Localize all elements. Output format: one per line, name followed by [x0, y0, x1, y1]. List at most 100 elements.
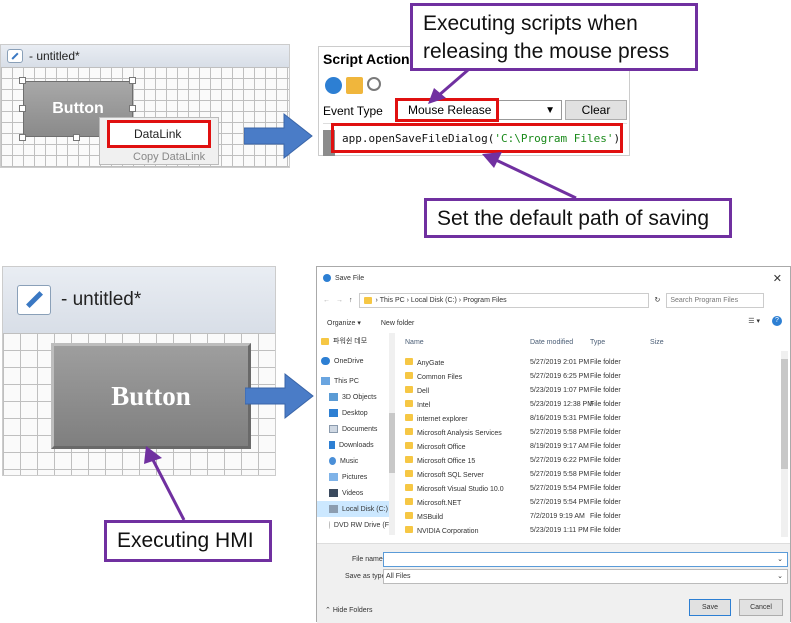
code-line[interactable]: app.openSaveFileDialog('C:\Program Files… — [331, 123, 623, 153]
cancel-button[interactable]: Cancel — [739, 599, 783, 616]
nav-item[interactable]: Pictures — [317, 469, 389, 485]
hide-folders-label: Hide Folders — [332, 607, 373, 614]
column-header-name[interactable]: Name — [405, 339, 530, 346]
table-row[interactable]: Microsoft SQL Server 5/27/2019 5:58 PM Fil… — [405, 467, 775, 481]
music-icon — [329, 457, 336, 465]
breadcrumb[interactable]: › This PC › Local Disk (C:) › Program Fi… — [358, 292, 649, 308]
editor-title-bar: - untitled* — [1, 45, 289, 67]
selection-handle[interactable] — [129, 105, 136, 112]
context-menu-item-datalink[interactable]: DataLink — [107, 120, 211, 148]
up-icon[interactable]: ↑ — [349, 297, 353, 304]
save-as-label: Save as type: — [345, 573, 388, 580]
breadcrumb-item[interactable]: This PC — [380, 297, 405, 304]
command-bar: Organize ▾ New folder ☰ ▾ ? — [317, 315, 790, 331]
hide-folders-toggle[interactable]: ⌃ Hide Folders — [325, 606, 373, 614]
table-row[interactable]: Microsoft.NET 5/27/2019 5:54 PM File folde… — [405, 495, 775, 509]
nav-label: 3D Objects — [342, 393, 377, 401]
file-type-cell: File folder — [590, 386, 621, 394]
save-button[interactable]: Save — [689, 599, 731, 616]
callout-executing-hmi: Executing HMI — [104, 520, 272, 562]
table-row[interactable]: Microsoft Office 15 5/27/2019 6:22 PM File… — [405, 453, 775, 467]
file-list-scrollbar[interactable] — [781, 351, 788, 537]
file-type-cell: File folder — [590, 456, 621, 464]
table-row[interactable]: Realtek5/23/2019 1:06 PMFile folder — [405, 537, 775, 539]
nav-item[interactable]: Downloads — [317, 437, 389, 453]
search-icon[interactable] — [367, 77, 381, 91]
file-name-text: Microsoft Analysis Services — [417, 429, 502, 437]
nav-label: Local Disk (C:) — [342, 505, 388, 513]
callout-arrow-1 — [428, 68, 469, 104]
view-icon[interactable]: ☰ ▾ — [748, 317, 760, 325]
folder-open-icon[interactable] — [346, 77, 363, 94]
file-type-cell: File folder — [590, 498, 621, 506]
column-header-date[interactable]: Date modified — [530, 339, 590, 346]
clear-button[interactable]: Clear — [565, 100, 627, 120]
file-name-cell: internet explorer — [405, 413, 530, 423]
folder-icon — [405, 399, 413, 407]
search-input[interactable]: Search Program Files — [666, 292, 765, 308]
refresh-icon[interactable]: ↻ — [655, 296, 661, 304]
file-name-text: Microsoft Office — [417, 443, 466, 451]
nav-item[interactable]: Videos — [317, 485, 389, 501]
file-name-cell: AnyGate — [405, 357, 530, 367]
nav-label: Documents — [342, 425, 378, 433]
folder-icon — [321, 337, 329, 345]
new-folder-button[interactable]: New folder — [381, 320, 414, 327]
column-header-type[interactable]: Type — [590, 339, 650, 346]
selection-handle[interactable] — [19, 134, 26, 141]
context-menu-item-copy-datalink[interactable]: Copy DataLink — [133, 151, 205, 163]
pictures-icon — [329, 473, 338, 481]
arrow-right-2 — [245, 372, 314, 420]
table-row[interactable]: AnyGate 5/27/2019 2:01 PM File folder — [405, 355, 775, 369]
nav-item[interactable]: This PC — [317, 373, 389, 389]
runtime-button[interactable]: Button — [51, 343, 251, 449]
breadcrumb-item[interactable]: Local Disk (C:) — [411, 297, 457, 304]
table-row[interactable]: Dell 5/23/2019 1:07 PM File folder — [405, 383, 775, 397]
selection-handle[interactable] — [19, 105, 26, 112]
selection-handle[interactable] — [19, 77, 26, 84]
nav-item-selected[interactable]: Local Disk (C:) — [317, 501, 389, 517]
selection-handle[interactable] — [73, 134, 80, 141]
organize-button[interactable]: Organize ▾ — [327, 319, 361, 327]
nav-item[interactable]: Desktop — [317, 405, 389, 421]
table-row[interactable]: MSBuild 7/2/2019 9:19 AM File folder — [405, 509, 775, 523]
arrow-right-1 — [244, 112, 313, 160]
file-name-text: Common Files — [417, 373, 463, 381]
column-header-size[interactable]: Size — [650, 339, 664, 346]
table-row[interactable]: Microsoft Office 8/19/2019 9:17 AM File fo… — [405, 439, 775, 453]
nav-scroll-thumb[interactable] — [389, 413, 395, 473]
context-menu: DataLink Copy DataLink — [99, 117, 219, 165]
table-row[interactable]: NVIDIA Corporation 5/23/2019 1:11 PM File … — [405, 523, 775, 537]
table-row[interactable]: Microsoft Visual Studio 10.0 5/27/2019 5:… — [405, 481, 775, 495]
help-icon[interactable]: ? — [772, 316, 782, 326]
nav-item[interactable]: OneDrive — [317, 353, 389, 369]
document-icon — [329, 425, 338, 433]
file-name-text: Microsoft SQL Server — [417, 471, 484, 479]
table-row[interactable]: Microsoft Analysis Services 5/27/2019 5:5… — [405, 425, 775, 439]
file-name-cell: Common Files — [405, 371, 530, 381]
folder-icon — [405, 483, 413, 491]
table-row[interactable]: Intel 5/23/2019 12:38 PM File folder — [405, 397, 775, 411]
breadcrumb-item[interactable]: Program Files — [463, 297, 507, 304]
table-row[interactable]: internet explorer 8/16/2019 5:31 PM File f… — [405, 411, 775, 425]
chevron-down-icon: ▼ — [545, 105, 555, 116]
file-name-input[interactable]: ⌄ — [383, 552, 788, 567]
file-scroll-thumb[interactable] — [781, 359, 788, 469]
close-icon[interactable]: ✕ — [773, 272, 782, 285]
forward-icon[interactable]: → — [336, 297, 343, 304]
nav-item[interactable]: Music — [317, 453, 389, 469]
table-row[interactable]: Common Files 5/27/2019 6:25 PM File folder — [405, 369, 775, 383]
file-type-cell: File folder — [590, 400, 621, 408]
nav-scrollbar[interactable] — [389, 333, 395, 535]
download-icon — [329, 441, 335, 449]
selection-handle[interactable] — [129, 77, 136, 84]
computer-icon — [321, 377, 330, 385]
run-icon[interactable] — [325, 77, 342, 94]
back-icon[interactable]: ← — [323, 297, 330, 304]
save-as-select[interactable]: All Files ⌄ — [383, 569, 788, 584]
nav-item[interactable]: Documents — [317, 421, 389, 437]
nav-item[interactable]: 3D Objects — [317, 389, 389, 405]
nav-item[interactable]: DVD RW Drive (F — [317, 517, 389, 533]
folder-icon — [405, 427, 413, 435]
nav-item[interactable]: 파워쉰 데모 — [317, 333, 389, 349]
